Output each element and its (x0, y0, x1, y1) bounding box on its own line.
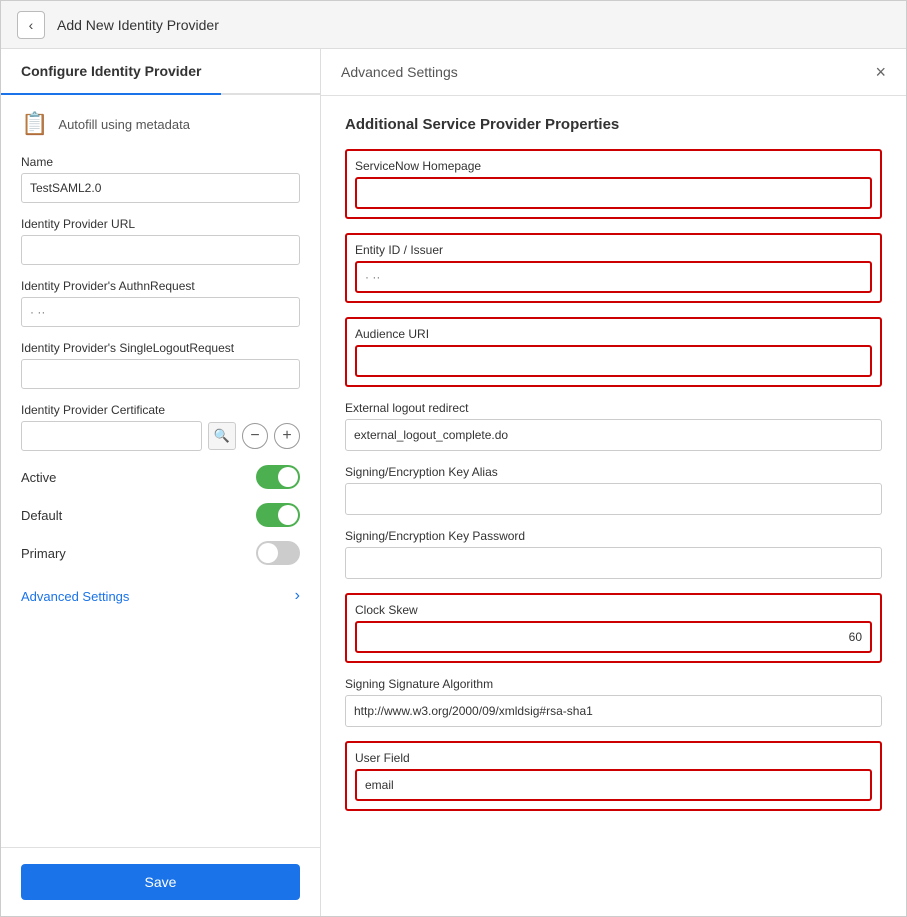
key-alias-group: Signing/Encryption Key Alias (345, 465, 882, 515)
cert-plus-button[interactable]: + (274, 423, 300, 449)
active-toggle-slider (256, 465, 300, 489)
signing-algorithm-group: Signing Signature Algorithm (345, 677, 882, 727)
user-field-group: User Field (345, 741, 882, 811)
servicenow-homepage-input[interactable] (355, 177, 872, 209)
default-label: Default (21, 508, 62, 523)
section-title: Additional Service Provider Properties (345, 116, 882, 133)
cert-minus-button[interactable]: − (242, 423, 268, 449)
cert-row: 🔍 − + (21, 421, 300, 451)
name-input[interactable] (21, 173, 300, 203)
idp-url-label: Identity Provider URL (21, 217, 300, 231)
back-icon: ‹ (29, 17, 34, 33)
external-logout-input[interactable] (345, 419, 882, 451)
save-btn-row: Save (1, 847, 320, 916)
search-icon: 🔍 (214, 428, 230, 444)
back-button[interactable]: ‹ (17, 11, 45, 39)
left-panel: Configure Identity Provider 📋 Autofill u… (1, 49, 321, 916)
cert-search-button[interactable]: 🔍 (208, 422, 236, 450)
right-panel-content: Additional Service Provider Properties S… (321, 96, 906, 845)
signing-algorithm-label: Signing Signature Algorithm (345, 677, 882, 691)
user-field-label: User Field (355, 751, 872, 765)
name-field-group: Name (21, 155, 300, 203)
clock-skew-label: Clock Skew (355, 603, 872, 617)
authn-label: Identity Provider's AuthnRequest (21, 279, 300, 293)
key-password-input[interactable] (345, 547, 882, 579)
primary-toggle[interactable] (256, 541, 300, 565)
active-toggle[interactable] (256, 465, 300, 489)
key-alias-input[interactable] (345, 483, 882, 515)
slo-label: Identity Provider's SingleLogoutRequest (21, 341, 300, 355)
default-toggle[interactable] (256, 503, 300, 527)
external-logout-label: External logout redirect (345, 401, 882, 415)
autofill-label: Autofill using metadata (58, 117, 190, 132)
plus-icon: + (282, 427, 291, 445)
authn-input[interactable] (21, 297, 300, 327)
entity-id-group: Entity ID / Issuer (345, 233, 882, 303)
idp-url-field-group: Identity Provider URL (21, 217, 300, 265)
servicenow-homepage-group: ServiceNow Homepage (345, 149, 882, 219)
right-panel: Advanced Settings × Additional Service P… (321, 49, 906, 916)
entity-id-label: Entity ID / Issuer (355, 243, 872, 257)
modal-header: ‹ Add New Identity Provider (1, 1, 906, 49)
audience-uri-label: Audience URI (355, 327, 872, 341)
primary-label: Primary (21, 546, 66, 561)
clock-skew-input[interactable] (355, 621, 872, 653)
key-password-group: Signing/Encryption Key Password (345, 529, 882, 579)
default-toggle-row: Default (21, 503, 300, 527)
advanced-settings-tab-label: Advanced Settings (341, 64, 458, 80)
advanced-settings-link[interactable]: Advanced Settings › (21, 579, 300, 613)
clock-skew-group: Clock Skew (345, 593, 882, 663)
autofill-icon: 📋 (21, 111, 48, 137)
modal-container: ‹ Add New Identity Provider Configure Id… (0, 0, 907, 917)
primary-toggle-row: Primary (21, 541, 300, 565)
cert-input[interactable] (21, 421, 202, 451)
user-field-input[interactable] (355, 769, 872, 801)
cert-field-group: Identity Provider Certificate 🔍 − + (21, 403, 300, 451)
key-password-label: Signing/Encryption Key Password (345, 529, 882, 543)
servicenow-homepage-label: ServiceNow Homepage (355, 159, 872, 173)
signing-algorithm-input[interactable] (345, 695, 882, 727)
audience-uri-input[interactable] (355, 345, 872, 377)
authn-field-group: Identity Provider's AuthnRequest (21, 279, 300, 327)
cert-label: Identity Provider Certificate (21, 403, 300, 417)
advanced-settings-link-label: Advanced Settings (21, 589, 129, 604)
slo-input[interactable] (21, 359, 300, 389)
autofill-row[interactable]: 📋 Autofill using metadata (21, 111, 300, 137)
left-panel-tabs: Configure Identity Provider (1, 49, 320, 95)
slo-field-group: Identity Provider's SingleLogoutRequest (21, 341, 300, 389)
modal-body: Configure Identity Provider 📋 Autofill u… (1, 49, 906, 916)
arrow-right-icon: › (295, 587, 300, 605)
save-button[interactable]: Save (21, 864, 300, 900)
active-toggle-row: Active (21, 465, 300, 489)
idp-url-input[interactable] (21, 235, 300, 265)
modal-title: Add New Identity Provider (57, 17, 219, 33)
close-button[interactable]: × (875, 63, 886, 81)
minus-icon: − (250, 427, 259, 445)
active-label: Active (21, 470, 56, 485)
left-panel-content: 📋 Autofill using metadata Name Identity … (1, 95, 320, 847)
right-panel-header: Advanced Settings × (321, 49, 906, 96)
entity-id-input[interactable] (355, 261, 872, 293)
primary-toggle-slider (256, 541, 300, 565)
name-label: Name (21, 155, 300, 169)
default-toggle-slider (256, 503, 300, 527)
tab-configure[interactable]: Configure Identity Provider (1, 49, 221, 93)
audience-uri-group: Audience URI (345, 317, 882, 387)
external-logout-group: External logout redirect (345, 401, 882, 451)
key-alias-label: Signing/Encryption Key Alias (345, 465, 882, 479)
